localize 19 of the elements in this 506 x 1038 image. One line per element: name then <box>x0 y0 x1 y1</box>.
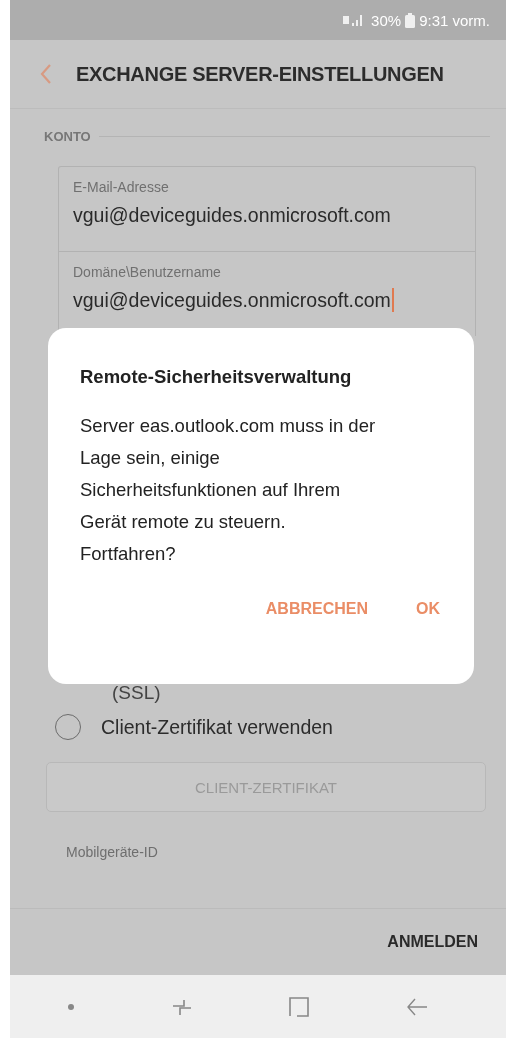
home-icon[interactable] <box>289 996 310 1017</box>
battery-icon <box>405 12 416 28</box>
option-label: (SSL) <box>112 682 161 704</box>
screen-title: EXCHANGE SERVER-EINSTELLUNGEN <box>76 62 444 86</box>
back-icon[interactable] <box>405 996 428 1017</box>
option-label[interactable]: Client-Zertifikat verwenden <box>101 715 333 739</box>
dialog-title: Remote-Sicherheitsverwaltung <box>80 366 353 388</box>
input-field[interactable]: vgui@deviceguides.onmicrosoft.com <box>73 288 394 312</box>
sign-in-button[interactable]: ANMELDEN <box>383 929 482 955</box>
field-label: Mobilgeräte-ID <box>66 844 158 860</box>
field-label: Domäne\Benutzername <box>73 264 222 280</box>
dot-icon[interactable] <box>68 1003 75 1010</box>
battery-percent: 30% <box>371 11 402 29</box>
field-label: E-Mail-Adresse <box>73 179 170 195</box>
section-heading: KONTO <box>44 129 91 144</box>
input-field[interactable]: vgui@deviceguides.onmicrosoft.com <box>73 203 394 227</box>
dialog-message: Server eas.outlook.com muss in der Lage sein, einige Sicherheitsfunktionen auf Ihrem Gerät remote zu steuern. Fortfahren? <box>80 414 377 566</box>
status-time: 9:31 vorm. <box>419 11 490 29</box>
back-icon[interactable] <box>40 63 52 85</box>
